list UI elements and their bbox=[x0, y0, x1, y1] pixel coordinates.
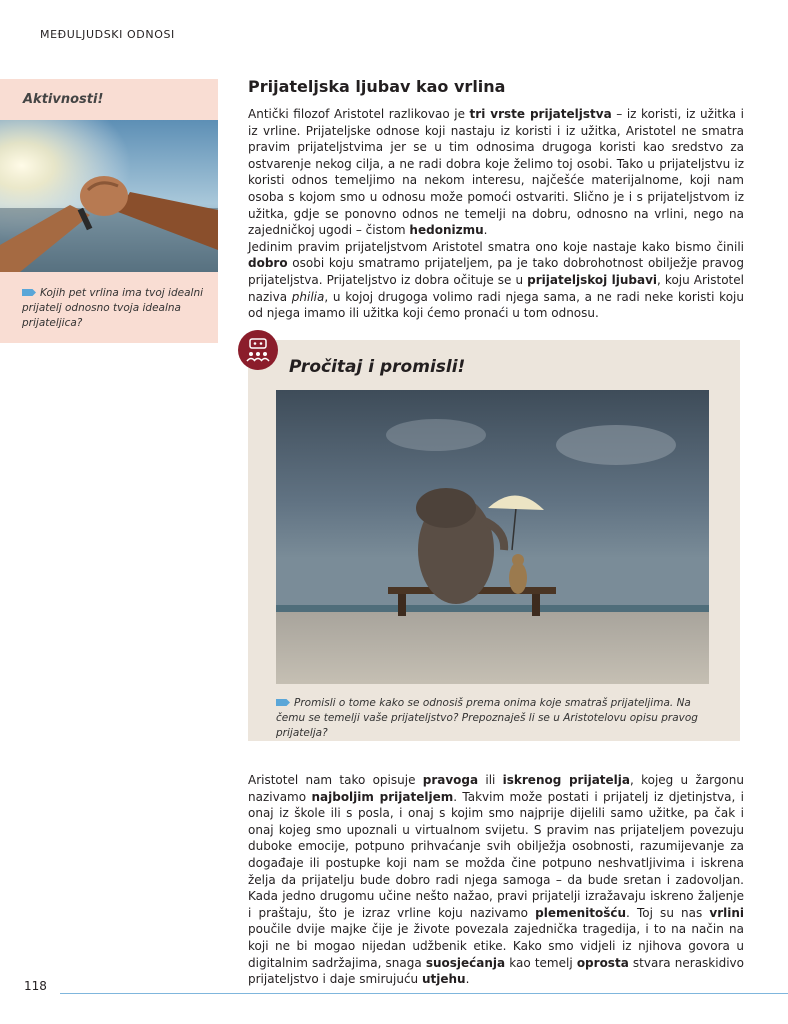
arrow-icon bbox=[276, 699, 290, 706]
discussion-icon bbox=[238, 330, 278, 370]
section-title: Prijateljska ljubav kao vrlina bbox=[248, 77, 506, 96]
handshake-photo bbox=[0, 120, 218, 272]
footer-divider bbox=[60, 993, 788, 994]
activities-title: Aktivnosti! bbox=[23, 92, 104, 107]
box-question: Promisli o tome kako se odnosiš prema on… bbox=[276, 697, 698, 739]
page-number: 118 bbox=[24, 979, 47, 993]
activities-sidebar: Aktivnosti! Kojih pet vrlina ima tvoj id… bbox=[0, 79, 218, 343]
paragraph-3: Aristotel nam tako opisuje pravoga ili i… bbox=[248, 773, 745, 987]
intro-text: Antički filozof Aristotel razlikovao je … bbox=[248, 106, 744, 322]
sidebar-question: Kojih pet vrlina ima tvoj idealni prijat… bbox=[22, 287, 204, 329]
arrow-icon bbox=[22, 289, 36, 296]
box-title: Pročitaj i promisli! bbox=[289, 357, 466, 377]
paragraph-1: Antički filozof Aristotel razlikovao je … bbox=[248, 107, 745, 238]
elephant-dog-photo bbox=[276, 390, 709, 684]
paragraph-2: Jedinim pravim prijateljstvom Aristotel … bbox=[248, 239, 744, 321]
running-header: MEĐULJUDSKI ODNOSI bbox=[40, 28, 175, 41]
lower-text: Aristotel nam tako opisuje pravoga ili i… bbox=[248, 772, 744, 988]
